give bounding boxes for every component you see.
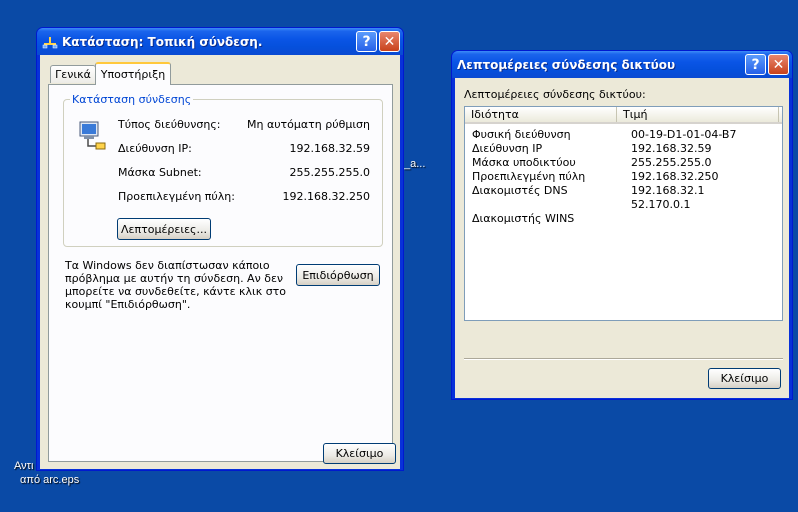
- row-property[interactable]: Προεπιλεγμένη πύλη: [472, 170, 585, 183]
- address-type-value: Μη αυτόματη ρύθμιση: [246, 118, 370, 131]
- column-label: Ιδιότητα: [471, 108, 519, 121]
- list-header: Ιδιότητα Τιμή: [465, 107, 782, 124]
- status-window-client: Γενικά Υποστήριξη Κατάσταση σύνδεσης Τύπ…: [40, 55, 400, 469]
- row-value: 192.168.32.59: [631, 142, 712, 155]
- details-caption: Λεπτομέρειες σύνδεσης δικτύου:: [464, 88, 646, 101]
- row-value: 00-19-D1-01-04-B7: [631, 128, 737, 141]
- help-icon: ?: [751, 56, 760, 73]
- row-value: 52.170.0.1: [631, 198, 691, 211]
- status-window-title: Κατάσταση: Τοπική σύνδεση.: [62, 34, 263, 49]
- details-window-title: Λεπτομέρειες σύνδεσης δικτύου: [457, 57, 676, 72]
- ip-address-label: Διεύθυνση IP:: [118, 142, 192, 155]
- tab-page-support: Κατάσταση σύνδεσης Τύπος διεύθυνσης: Μη …: [48, 84, 393, 462]
- close-button-label: Κλείσιμο: [335, 447, 384, 460]
- default-gateway-value: 192.168.32.250: [282, 190, 370, 203]
- address-type-label: Τύπος διεύθυνσης:: [118, 118, 221, 131]
- row-value: 192.168.32.1: [631, 184, 705, 197]
- row-property[interactable]: Μάσκα υποδικτύου: [472, 156, 576, 169]
- close-window-button[interactable]: ✕: [768, 54, 789, 75]
- column-header-property[interactable]: Ιδιότητα: [465, 107, 617, 122]
- subnet-mask-value: 255.255.255.0: [289, 166, 370, 179]
- details-list[interactable]: Ιδιότητα Τιμή Φυσική διεύθυνση 00-19-D1-…: [464, 106, 783, 321]
- desktop-icon-label[interactable]: από arc.eps: [20, 474, 79, 486]
- repair-button[interactable]: Επιδιόρθωση: [296, 264, 380, 286]
- message-line: κουμπί "Επιδιόρθωση".: [65, 298, 191, 311]
- close-button[interactable]: Κλείσιμο: [708, 368, 781, 389]
- row-property[interactable]: Διεύθυνση IP: [472, 142, 542, 155]
- details-window-client: Λεπτομέρειες σύνδεσης δικτύου: Ιδιότητα …: [455, 78, 789, 398]
- row-value: 192.168.32.250: [631, 170, 719, 183]
- details-window-titlebar[interactable]: Λεπτομέρειες σύνδεσης δικτύου ? ✕: [452, 51, 792, 78]
- column-header-value[interactable]: Τιμή: [617, 107, 779, 122]
- network-connection-icon: [78, 118, 108, 152]
- default-gateway-label: Προεπιλεγμένη πύλη:: [118, 190, 235, 203]
- message-line: πρόβλημα με αυτήν τη σύνδεση. Αν δεν: [65, 272, 284, 285]
- network-icon: [42, 34, 58, 50]
- tab-support[interactable]: Υποστήριξη: [95, 62, 171, 85]
- desktop-icon-label[interactable]: _a...: [404, 158, 425, 170]
- message-line: Τα Windows δεν διαπίστωσαν κάποιο: [65, 259, 270, 272]
- row-value: 255.255.255.0: [631, 156, 712, 169]
- tab-label: Γενικά: [55, 68, 91, 81]
- close-icon: ✕: [772, 56, 785, 73]
- column-label: Τιμή: [623, 108, 648, 121]
- tab-label: Υποστήριξη: [100, 68, 166, 81]
- row-property[interactable]: Φυσική διεύθυνση: [472, 128, 571, 141]
- close-window-button[interactable]: ✕: [379, 31, 400, 52]
- row-property[interactable]: Διακομιστές DNS: [472, 184, 568, 197]
- status-window: Κατάσταση: Τοπική σύνδεση. ? ✕ Γενικά Υπ…: [36, 27, 404, 471]
- connection-status-group: Κατάσταση σύνδεσης Τύπος διεύθυνσης: Μη …: [63, 93, 383, 247]
- desktop-icon-label[interactable]: Αντι: [14, 460, 33, 472]
- close-icon: ✕: [383, 33, 396, 50]
- help-icon: ?: [362, 33, 371, 50]
- repair-message: Τα Windows δεν διαπίστωσαν κάποιο πρόβλη…: [65, 259, 287, 311]
- ip-address-value: 192.168.32.59: [289, 142, 370, 155]
- details-button[interactable]: Λεπτομέρειες...: [117, 218, 211, 240]
- row-property[interactable]: Διακομιστής WINS: [472, 212, 574, 225]
- help-button[interactable]: ?: [745, 54, 766, 75]
- help-button[interactable]: ?: [356, 31, 377, 52]
- message-line: μπορείτε να συνδεθείτε, κάντε κλικ στο: [65, 285, 287, 298]
- tab-general[interactable]: Γενικά: [50, 65, 96, 83]
- close-button-label: Κλείσιμο: [720, 372, 769, 385]
- status-window-titlebar[interactable]: Κατάσταση: Τοπική σύνδεση. ? ✕: [37, 28, 403, 55]
- close-button[interactable]: Κλείσιμο: [323, 443, 396, 464]
- details-button-label: Λεπτομέρειες...: [121, 222, 207, 236]
- repair-button-label: Επιδιόρθωση: [302, 268, 374, 282]
- separator: [464, 358, 783, 360]
- details-window: Λεπτομέρειες σύνδεσης δικτύου ? ✕ Λεπτομ…: [451, 50, 793, 400]
- subnet-mask-label: Μάσκα Subnet:: [118, 166, 202, 179]
- group-title: Κατάσταση σύνδεσης: [70, 93, 194, 106]
